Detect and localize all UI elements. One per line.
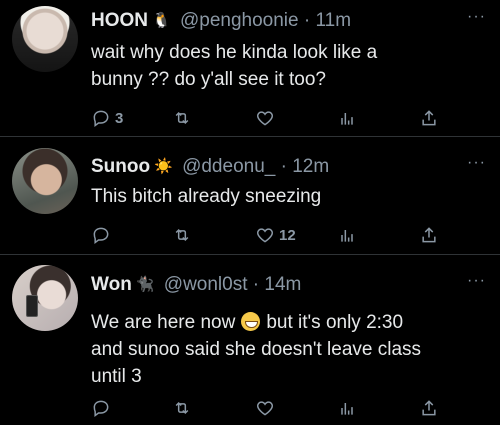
avatar[interactable] <box>12 6 78 72</box>
like-icon <box>256 111 274 126</box>
user-handle[interactable]: @ddeonu_ <box>182 156 275 177</box>
analytics-button[interactable] <box>337 106 357 130</box>
user-handle[interactable]: @penghoonie <box>180 10 299 31</box>
retweet-button[interactable] <box>172 396 192 420</box>
share-button[interactable] <box>419 396 439 420</box>
tweet-text-line: We are here now but it's only 2:30 <box>91 309 491 336</box>
retweet-icon <box>175 401 189 415</box>
tweet-text: wait why does he kinda look like a bunny… <box>91 39 491 93</box>
penguin-emoji-icon: 🐧 <box>152 12 171 29</box>
display-name[interactable]: HOON <box>91 10 148 31</box>
display-name[interactable]: Won <box>91 274 132 295</box>
separator-dot: · <box>280 156 287 177</box>
share-icon <box>422 227 436 243</box>
sun-emoji-icon: ☀️ <box>154 158 173 175</box>
tweet-actions <box>0 396 500 420</box>
like-button[interactable]: 12 <box>255 223 296 247</box>
analytics-icon <box>341 230 353 242</box>
analytics-icon <box>341 113 353 125</box>
analytics-icon <box>341 403 353 415</box>
reply-icon <box>93 400 109 417</box>
tweet-header: HOON 🐧 @penghoonie · 11m <box>91 10 351 32</box>
timestamp[interactable]: 14m <box>264 274 301 295</box>
tweet-text-line: bunny ?? do y'all see it too? <box>91 69 326 90</box>
tweet-text: We are here now but it's only 2:30 and su… <box>91 309 491 390</box>
share-icon <box>422 400 436 416</box>
like-button[interactable] <box>255 396 279 420</box>
share-button[interactable] <box>419 106 439 130</box>
separator-dot: · <box>303 10 311 31</box>
timestamp[interactable]: 12m <box>292 156 329 177</box>
more-options-icon[interactable]: ··· <box>467 154 486 172</box>
tweet-text-fragment: but it's only 2:30 <box>266 312 404 333</box>
tweet-text-line: This bitch already sneezing <box>91 186 322 207</box>
reply-count: 3 <box>115 109 124 127</box>
tweet[interactable]: Won 🐈‍⬛ @wonl0st · 14m ··· We are here no… <box>0 255 500 425</box>
tweet-header: Sunoo ☀️ @ddeonu_ · 12m <box>91 156 329 178</box>
timestamp[interactable]: 11m <box>315 10 351 31</box>
phone-shape <box>26 295 38 317</box>
retweet-button[interactable] <box>172 106 192 130</box>
avatar[interactable] <box>12 148 78 214</box>
like-count: 12 <box>279 226 296 244</box>
analytics-button[interactable] <box>337 396 357 420</box>
more-options-icon[interactable]: ··· <box>467 272 486 290</box>
reply-button[interactable] <box>91 223 115 247</box>
avatar[interactable] <box>12 265 78 331</box>
tweet-actions: 3 <box>0 106 500 130</box>
tweet-text-fragment: We are here now <box>91 312 236 333</box>
retweet-icon <box>175 111 189 125</box>
like-button[interactable] <box>255 106 279 130</box>
tweet-header: Won 🐈‍⬛ @wonl0st · 14m <box>91 274 301 296</box>
tweet-text-line: until 3 <box>91 366 142 387</box>
more-options-icon[interactable]: ··· <box>467 8 486 26</box>
grinning-face-emoji-icon <box>241 312 261 331</box>
display-name[interactable]: Sunoo <box>91 156 150 177</box>
reply-icon <box>93 110 109 127</box>
tweet-actions: 12 <box>0 223 500 247</box>
like-icon <box>256 228 274 243</box>
tweet-text: This bitch already sneezing <box>91 183 491 210</box>
retweet-button[interactable] <box>172 223 192 247</box>
reply-button[interactable]: 3 <box>91 106 123 130</box>
reply-icon <box>93 227 109 244</box>
tweet-text-line: wait why does he kinda look like a <box>91 42 378 63</box>
like-icon <box>256 401 274 416</box>
share-icon <box>422 110 436 126</box>
tweet-text-line: and sunoo said she doesn't leave class <box>91 339 422 360</box>
analytics-button[interactable] <box>337 223 357 247</box>
reply-button[interactable] <box>91 396 115 420</box>
share-button[interactable] <box>419 223 439 247</box>
separator-dot: · <box>252 274 260 295</box>
user-handle[interactable]: @wonl0st <box>164 274 248 295</box>
tweet[interactable]: Sunoo ☀️ @ddeonu_ · 12m ··· This bitch al… <box>0 137 500 254</box>
black-cat-emoji-icon: 🐈‍⬛ <box>135 276 155 293</box>
tweet[interactable]: HOON 🐧 @penghoonie · 11m ··· wait why doe… <box>0 0 500 136</box>
retweet-icon <box>175 228 189 242</box>
